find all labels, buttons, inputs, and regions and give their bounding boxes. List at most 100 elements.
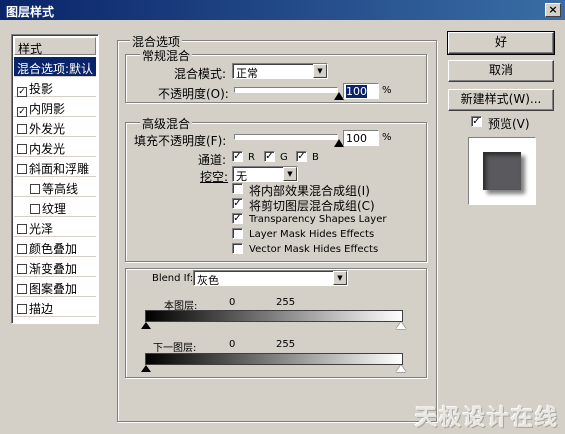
advanced-blending-title: 高级混合 — [140, 115, 193, 132]
advanced-option-checkbox[interactable]: ✓ — [232, 198, 243, 209]
knockout-value: 无 — [236, 170, 247, 183]
underlying-layer-min: 0 — [229, 339, 236, 350]
window-title: 图层样式 — [6, 5, 55, 19]
styles-list: 样式 混合选项:默认 ✓ 投影 ✓ 内阴影 外发光 内发光 斜面和浮雕 等高线 纹理 光泽 颜色叠加渐… — [11, 34, 99, 324]
underlying-layer-gradient — [145, 353, 403, 365]
style-item-checkbox[interactable] — [17, 124, 27, 134]
blend-mode-label: 混合模式: — [174, 67, 227, 81]
advanced-option-label: Transparency Shapes Layer — [249, 214, 387, 225]
underlying-layer-black-slider[interactable] — [141, 365, 151, 372]
style-item-label: 内发光 — [29, 142, 66, 156]
style-item-label: 渐变叠加 — [29, 262, 78, 276]
advanced-option-checkbox[interactable] — [232, 243, 243, 254]
style-item-checkbox[interactable] — [17, 304, 27, 314]
style-item-checkbox[interactable] — [30, 204, 40, 214]
cancel-button[interactable]: 取消 — [448, 60, 554, 82]
blend-if-value: 灰色 — [197, 274, 219, 287]
style-item[interactable]: 纹理 — [14, 197, 96, 217]
blend-mode-value: 正常 — [236, 67, 258, 80]
fill-opacity-unit: % — [382, 132, 392, 143]
style-item[interactable]: 外发光 — [14, 117, 96, 137]
styles-header: 样式 — [14, 37, 96, 56]
style-item[interactable]: 渐变叠加 — [14, 257, 96, 277]
fill-opacity-label: 填充不透明度(F): — [134, 134, 227, 148]
general-blending-title: 常规混合 — [140, 47, 193, 64]
style-item-checkbox[interactable] — [17, 244, 27, 254]
style-item-label: 描边 — [29, 302, 54, 316]
knockout-label: 挖空: — [200, 170, 229, 184]
opacity-value: 100 — [346, 85, 367, 98]
preview-swatch — [483, 152, 521, 190]
this-layer-max: 255 — [276, 297, 296, 308]
title-bar: 图层样式 × — [0, 0, 565, 20]
style-item[interactable]: 颜色叠加 — [14, 237, 96, 257]
style-item[interactable]: 等高线 — [14, 177, 96, 197]
style-item-checkbox[interactable] — [17, 164, 27, 174]
preview-label: 预览(V) — [488, 117, 530, 131]
channel-r-label: R — [248, 152, 255, 163]
channel-g-checkbox[interactable]: ✓ — [264, 151, 275, 162]
underlying-layer-white-slider[interactable] — [396, 365, 406, 372]
fill-opacity-value: 100 — [346, 132, 367, 145]
style-item[interactable]: 斜面和浮雕 — [14, 157, 96, 177]
style-item[interactable]: 混合选项:默认 — [14, 57, 96, 77]
style-item[interactable]: 内发光 — [14, 137, 96, 157]
style-item-label: 图案叠加 — [29, 282, 78, 296]
chevron-down-icon: ▼ — [313, 64, 327, 78]
new-style-button[interactable]: 新建样式(W)... — [448, 89, 554, 111]
style-item-checkbox[interactable] — [17, 264, 27, 274]
fill-opacity-slider[interactable] — [234, 134, 338, 140]
style-item-label: 投影 — [29, 82, 54, 96]
channel-b-label: B — [312, 152, 319, 163]
style-preview-thumbnail — [468, 137, 536, 205]
style-item[interactable]: ✓ 内阴影 — [14, 97, 96, 117]
opacity-unit: % — [382, 85, 392, 96]
chevron-down-icon: ▼ — [333, 271, 347, 285]
style-item-checkbox[interactable] — [17, 284, 27, 294]
style-item[interactable]: 图案叠加 — [14, 277, 96, 297]
style-item-checkbox[interactable] — [17, 224, 27, 234]
advanced-option-label: Vector Mask Hides Effects — [249, 244, 379, 255]
advanced-option-checkbox[interactable]: ✓ — [232, 213, 243, 224]
underlying-layer-label: 下一图层: — [153, 343, 197, 354]
this-layer-white-slider[interactable] — [396, 322, 406, 329]
channel-g-label: G — [280, 152, 288, 163]
style-item-checkbox[interactable]: ✓ — [17, 107, 27, 117]
opacity-slider[interactable] — [234, 87, 338, 93]
opacity-label: 不透明度(O): — [158, 87, 229, 101]
close-button[interactable]: × — [545, 3, 561, 17]
preview-checkbox[interactable]: ✓ — [471, 116, 482, 127]
style-item[interactable]: 光泽 — [14, 217, 96, 237]
style-item-checkbox[interactable] — [30, 184, 40, 194]
style-item-label: 纹理 — [42, 202, 67, 216]
this-layer-gradient — [145, 310, 403, 322]
channel-r-checkbox[interactable]: ✓ — [232, 151, 243, 162]
channels-label: 通道: — [198, 153, 227, 167]
this-layer-min: 0 — [229, 297, 236, 308]
blend-if-dropdown[interactable]: 灰色 ▼ — [193, 270, 348, 287]
advanced-option-checkbox[interactable] — [232, 183, 243, 194]
style-item[interactable]: 描边 — [14, 297, 96, 317]
underlying-layer-max: 255 — [276, 339, 296, 350]
style-item-label: 混合选项:默认 — [17, 62, 94, 76]
watermark: 天极设计在线 — [414, 406, 559, 431]
advanced-option-label: Layer Mask Hides Effects — [249, 229, 375, 240]
ok-button[interactable]: 好 — [447, 31, 555, 55]
chevron-down-icon: ▼ — [283, 167, 297, 181]
advanced-option-label: 将剪切图层混合成组(C) — [249, 199, 375, 213]
style-item-label: 内阴影 — [29, 102, 66, 116]
knockout-dropdown[interactable]: 无 ▼ — [232, 166, 298, 183]
style-item-checkbox[interactable] — [17, 144, 27, 154]
style-item-label: 外发光 — [29, 122, 66, 136]
fill-opacity-input[interactable]: 100 — [343, 130, 379, 146]
advanced-option-checkbox[interactable] — [232, 228, 243, 239]
style-item-label: 斜面和浮雕 — [29, 162, 90, 176]
this-layer-black-slider[interactable] — [141, 322, 151, 329]
style-item-checkbox[interactable]: ✓ — [17, 87, 27, 97]
blend-mode-dropdown[interactable]: 正常 ▼ — [232, 63, 328, 80]
blend-if-label: Blend If: — [152, 273, 194, 284]
opacity-input[interactable]: 100 — [343, 83, 379, 99]
style-item-label: 等高线 — [42, 182, 79, 196]
channel-b-checkbox[interactable]: ✓ — [296, 151, 307, 162]
style-item[interactable]: ✓ 投影 — [14, 77, 96, 97]
